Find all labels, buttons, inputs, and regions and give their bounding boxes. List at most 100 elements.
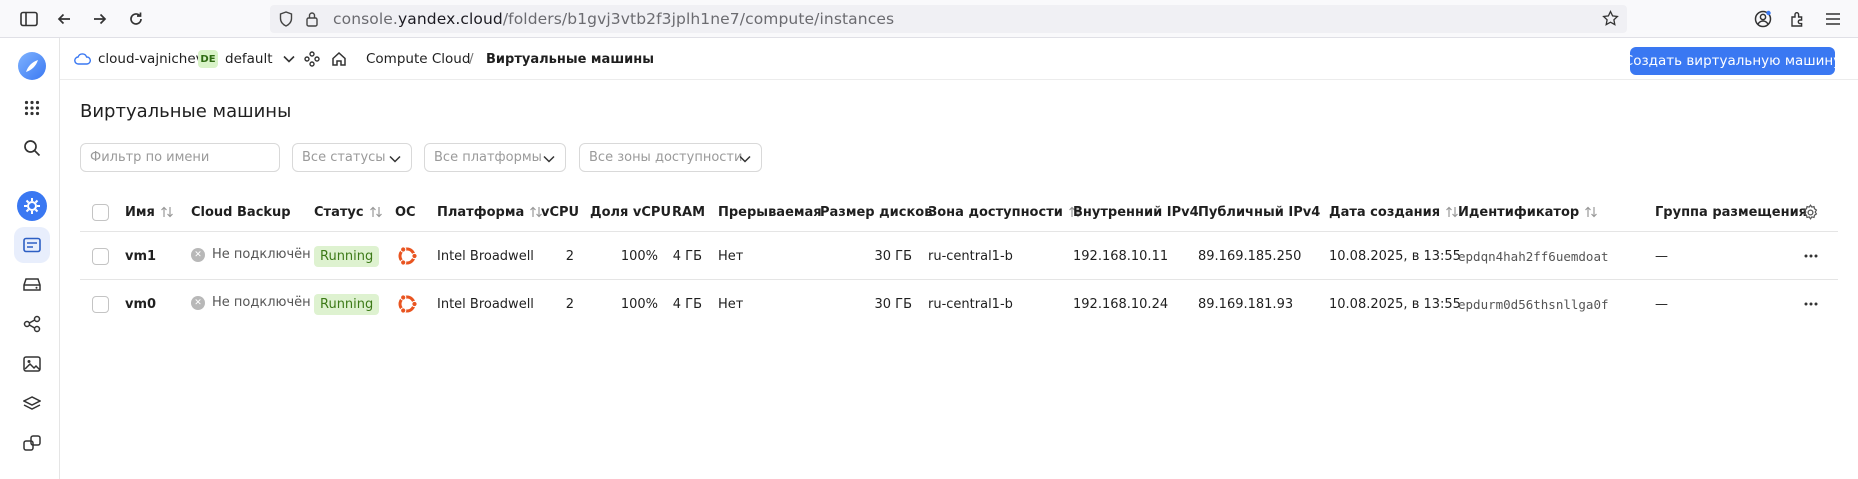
vm-zone: ru-central1-b [928,296,1013,312]
column-header-status-label: Статус [314,204,364,220]
service-switch-icon[interactable] [304,38,320,80]
vm-vcpu: 2 [565,296,574,312]
url-path: /folders/b1gvj3vtb2f3jplh1ne7/compute/in… [502,10,895,28]
vm-ram: 4 ГБ [672,248,702,264]
breadcrumb-cloud[interactable]: cloud-vajnichev [74,38,204,80]
vm-preemptible: Нет [718,248,744,264]
cloud-name: cloud-vajnichev [98,51,204,67]
ubuntu-icon [395,244,419,268]
vm-disk: 30 ГБ [874,248,912,264]
vm-placement: — [1655,296,1668,312]
sort-icon[interactable] [160,206,174,218]
column-header-disk[interactable]: Размер дисков [820,203,932,221]
table-settings-icon[interactable] [1802,203,1819,221]
back-icon[interactable] [53,8,75,30]
platform-filter-value: Все платформы [434,150,542,165]
extensions-icon[interactable] [1787,8,1809,30]
column-header-ipv4-internal[interactable]: Внутренний IPv4 [1073,203,1199,221]
bookmark-star-icon[interactable] [1602,9,1619,31]
vm-placement: — [1655,248,1668,264]
column-header-name[interactable]: Имя [125,203,174,221]
column-header-zone[interactable]: Зона доступности [928,203,1082,221]
chevron-down-icon [282,55,295,63]
vm-platform: Intel Broadwell [437,248,534,264]
zone-filter-select[interactable]: Все зоны доступности [579,143,762,172]
search-icon[interactable] [14,130,50,166]
chevron-down-icon [389,152,401,167]
sort-icon[interactable] [1584,206,1598,218]
services-grid-icon[interactable] [14,90,50,126]
column-header-vcpu-share[interactable]: Доля vCPU [590,203,671,221]
create-vm-button[interactable]: Создать виртуальную машину [1624,47,1841,75]
lock-icon[interactable] [305,11,319,31]
row-checkbox[interactable] [92,296,109,313]
forward-icon[interactable] [89,8,111,30]
layers-icon[interactable] [14,386,50,422]
column-header-ram[interactable]: RAM [672,203,705,221]
disk-icon[interactable] [14,266,50,302]
sort-icon[interactable] [369,206,383,218]
backup-status-label: Не подключён [212,247,311,262]
chevron-down-icon [543,152,555,167]
compute-service-icon[interactable] [14,188,50,224]
row-checkbox[interactable] [92,248,109,265]
column-header-id[interactable]: Идентификатор [1458,203,1598,221]
network-icon[interactable] [14,306,50,342]
column-header-id-label: Идентификатор [1458,204,1580,220]
cloud-icon [74,53,91,65]
shield-icon[interactable] [279,11,293,31]
home-icon[interactable] [331,38,347,80]
vm-id: epdurm0d56thsnllga0f [1458,296,1609,312]
column-header-os[interactable]: ОС [395,203,416,221]
url-text: console.yandex.cloud/folders/b1gvj3vtb2f… [333,10,894,28]
vm-name[interactable]: vm0 [125,295,156,313]
vm-vcpu-share: 100% [620,248,658,264]
vm-ram: 4 ГБ [672,296,702,312]
breadcrumb-service[interactable]: Compute Cloud [366,38,470,80]
column-header-platform-label: Платформа [437,204,525,220]
column-header-status[interactable]: Статус [314,203,383,221]
breadcrumb-separator: / [469,51,474,67]
status-filter-value: Все статусы [302,150,386,165]
vm-created: 10.08.2025, в 13:55 [1329,248,1461,264]
vm-vcpu: 2 [565,248,574,264]
image-icon[interactable] [14,346,50,382]
vm-list-icon[interactable] [14,227,50,263]
name-filter-input[interactable]: Фильтр по имени [80,143,280,172]
vm-ipv4-public: 89.169.185.250 [1198,248,1302,264]
sidebar-toggle-icon[interactable] [18,8,40,30]
column-header-placement[interactable]: Группа размещения [1655,203,1807,221]
breadcrumb-current: Виртуальные машины [486,51,654,67]
platform-filter-select[interactable]: Все платформы [424,143,566,172]
folder-badge: DE [198,50,218,68]
address-bar[interactable]: console.yandex.cloud/folders/b1gvj3vtb2f… [270,5,1627,33]
account-icon[interactable] [1752,8,1774,30]
status-badge: Running [314,246,380,267]
column-header-created[interactable]: Дата создания [1329,203,1459,221]
column-header-platform[interactable]: Платформа [437,203,543,221]
vm-created: 10.08.2025, в 13:55 [1329,296,1461,312]
vm-name[interactable]: vm1 [125,247,156,265]
vm-preemptible: Нет [718,296,744,312]
reload-icon[interactable] [125,8,147,30]
select-all-checkbox[interactable] [92,204,109,221]
browser-toolbar: console.yandex.cloud/folders/b1gvj3vtb2f… [0,0,1858,38]
url-host: yandex.cloud [397,10,503,28]
backup-status: ✕ Не подключён [191,295,311,310]
yandex-cloud-logo-icon[interactable] [14,48,50,84]
column-header-created-label: Дата создания [1329,204,1441,220]
column-header-preemptible[interactable]: Прерываемая [718,203,822,221]
name-filter-placeholder: Фильтр по имени [90,150,210,165]
sort-icon[interactable] [1445,206,1459,218]
row-actions-icon[interactable] [1802,247,1820,265]
breadcrumb-folder[interactable]: DE default [198,38,295,80]
status-filter-select[interactable]: Все статусы [292,143,412,172]
menu-icon[interactable] [1822,8,1844,30]
row-actions-icon[interactable] [1802,295,1820,313]
table-divider [80,231,1838,232]
instance-groups-icon[interactable] [14,425,50,461]
column-header-backup[interactable]: Cloud Backup [191,203,291,221]
column-header-ipv4-public[interactable]: Публичный IPv4 [1198,203,1320,221]
vm-ipv4-internal: 192.168.10.24 [1073,296,1169,312]
column-header-vcpu[interactable]: vCPU [541,203,579,221]
